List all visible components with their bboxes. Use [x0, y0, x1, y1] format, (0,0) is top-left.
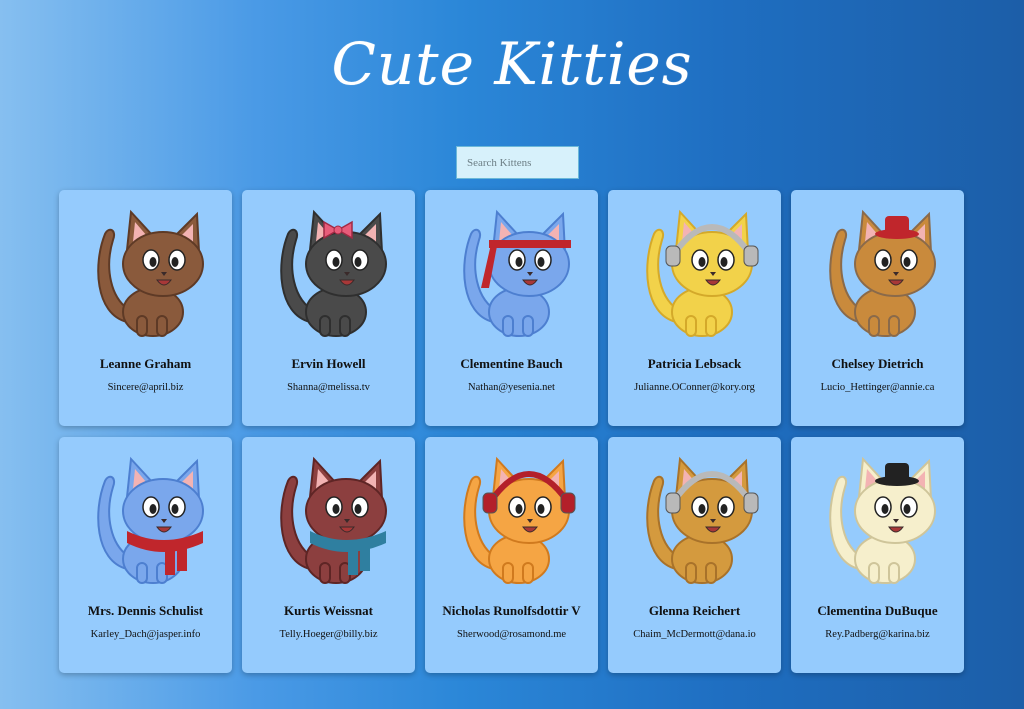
kitten-avatar-icon: [97, 209, 204, 337]
kitten-email: Sherwood@rosamond.me: [456, 629, 567, 640]
kitten-name: Leanne Graham: [99, 356, 192, 371]
kitten-grid: Leanne Graham Sincere@april.biz Ervin Ho…: [59, 190, 964, 673]
kitten-card[interactable]: Mrs. Dennis Schulist Karley_Dach@jasper.…: [59, 437, 232, 673]
kitten-card[interactable]: Leanne Graham Sincere@april.biz: [59, 190, 232, 426]
page-title: Cute Kitties: [331, 30, 693, 98]
kitten-card[interactable]: Nicholas Runolfsdottir V Sherwood@rosamo…: [425, 437, 598, 673]
kitten-email: Nathan@yesenia.net: [468, 382, 555, 393]
kitten-name: Nicholas Runolfsdottir V: [442, 603, 581, 618]
kitten-avatar-icon: [97, 456, 204, 584]
kitten-email: Julianne.OConner@kory.org: [634, 382, 755, 393]
kitten-name: Chelsey Dietrich: [831, 356, 924, 371]
kitten-avatar-icon: [280, 456, 387, 584]
kitten-avatar-icon: [829, 456, 936, 584]
kitten-avatar-icon: [463, 456, 576, 584]
kitten-email: Telly.Hoeger@billy.biz: [279, 629, 378, 640]
kitten-card[interactable]: Patricia Lebsack Julianne.OConner@kory.o…: [608, 190, 781, 426]
kitten-email: Sincere@april.biz: [107, 382, 184, 393]
kitten-name: Mrs. Dennis Schulist: [87, 603, 204, 618]
kitten-name: Kurtis Weissnat: [284, 603, 373, 618]
kitten-name: Clementina DuBuque: [817, 603, 938, 618]
kitten-card[interactable]: Ervin Howell Shanna@melissa.tv: [242, 190, 415, 426]
kitten-card[interactable]: Glenna Reichert Chaim_McDermott@dana.io: [608, 437, 781, 673]
search-input[interactable]: [456, 146, 579, 179]
kitten-card[interactable]: Clementine Bauch Nathan@yesenia.net: [425, 190, 598, 426]
kitten-name: Glenna Reichert: [648, 603, 741, 618]
kitten-name: Ervin Howell: [291, 356, 366, 371]
kitten-email: Karley_Dach@jasper.info: [90, 629, 201, 640]
kitten-avatar-icon: [646, 456, 759, 584]
kitten-email: Lucio_Hettinger@annie.ca: [820, 382, 935, 393]
kitten-name: Clementine Bauch: [460, 356, 563, 371]
kitten-avatar-icon: [646, 209, 759, 337]
kitten-avatar-icon: [463, 209, 571, 337]
kitten-card[interactable]: Clementina DuBuque Rey.Padberg@karina.bi…: [791, 437, 964, 673]
kitten-avatar-icon: [829, 209, 936, 337]
kitten-email: Rey.Padberg@karina.biz: [825, 629, 930, 640]
kitten-card[interactable]: Chelsey Dietrich Lucio_Hettinger@annie.c…: [791, 190, 964, 426]
kitten-email: Chaim_McDermott@dana.io: [633, 629, 756, 640]
kitten-name: Patricia Lebsack: [647, 356, 742, 371]
kitten-avatar-icon: [280, 209, 387, 337]
kitten-card[interactable]: Kurtis Weissnat Telly.Hoeger@billy.biz: [242, 437, 415, 673]
kitten-email: Shanna@melissa.tv: [287, 382, 370, 393]
